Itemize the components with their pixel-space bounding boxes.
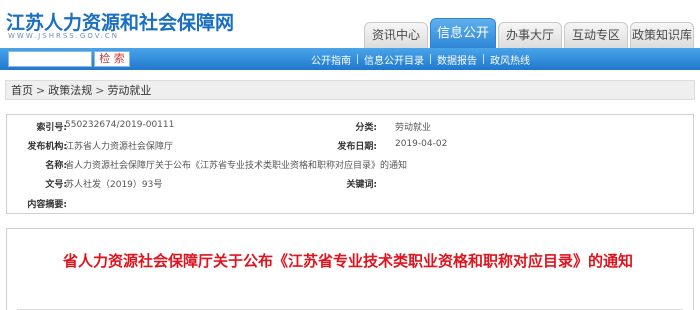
date-label: 发布日期: [337, 142, 377, 152]
name-label: 名称: [45, 161, 67, 171]
search-input[interactable] [8, 51, 92, 67]
category-value: 劳动就业 [395, 123, 432, 133]
publisher-label: 发布机构: [27, 142, 67, 152]
search-button[interactable]: 检 索 [94, 51, 130, 67]
tab-interaction[interactable]: 互动专区 [564, 22, 628, 48]
keywords-label: 关键词: [346, 180, 377, 190]
doc-number-value: 苏人社发（2019）93号 [65, 180, 163, 190]
sublink-hotline[interactable]: 政风热线 [484, 52, 536, 67]
breadcrumb-separator-icon: > [36, 83, 46, 97]
breadcrumb-home[interactable]: 首页 [11, 82, 33, 98]
name-value: 省人力资源社会保障厅关于公布《江苏省专业技术类职业资格和职称对应目录》的通知 [65, 161, 408, 171]
tab-info-disclosure[interactable]: 信息公开 [430, 18, 496, 48]
index-label: 索引号: [36, 123, 67, 133]
publisher-value: 江苏省人力资源社会保障厅 [65, 142, 174, 152]
sublink-disclosure-guide[interactable]: 公开指南 [305, 52, 357, 67]
breadcrumb-separator-icon: > [95, 83, 105, 97]
sublink-data-report[interactable]: 数据报告 [431, 52, 483, 67]
sublink-disclosure-catalog[interactable]: 信息公开目录 [358, 52, 430, 67]
info-row: 名称: 省人力资源社会保障厅关于公布《江苏省专业技术类职业资格和职称对应目录》的… [7, 158, 693, 176]
date-value: 2019-04-02 [395, 139, 448, 149]
article-title: 省人力资源社会保障厅关于公布《江苏省专业技术类职业资格和职称对应目录》的通知 [62, 252, 633, 270]
info-row: 内容摘要: [7, 197, 693, 215]
info-row: 文号: 苏人社发（2019）93号 关键词: [7, 177, 693, 195]
document-info-table: 索引号: 550232674/2019-00111 分类: 劳动就业 发布机构:… [6, 114, 694, 214]
summary-label: 内容摘要: [27, 200, 67, 210]
breadcrumb-employment[interactable]: 劳动就业 [107, 82, 151, 98]
index-value: 550232674/2019-00111 [65, 120, 175, 130]
site-header: 江苏人力资源和社会保障网 WWW.JSHRSS.GOV.CN 资讯中心 信息公开… [0, 0, 700, 48]
breadcrumb-policy[interactable]: 政策法规 [48, 82, 92, 98]
main-nav-tabs: 资讯中心 信息公开 办事大厅 互动专区 政策知识库 [364, 18, 694, 48]
breadcrumb: 首页 > 政策法规 > 劳动就业 [5, 80, 695, 100]
tab-news-center[interactable]: 资讯中心 [364, 22, 428, 48]
site-logo-title[interactable]: 江苏人力资源和社会保障网 [6, 8, 234, 35]
info-row: 发布机构: 江苏省人力资源社会保障厅 发布日期: 2019-04-02 [7, 139, 693, 157]
site-logo-url: WWW.JSHRSS.GOV.CN [8, 32, 119, 40]
article-panel: 省人力资源社会保障厅关于公布《江苏省专业技术类职业资格和职称对应目录》的通知 [6, 228, 694, 310]
sub-nav-links: 公开指南 信息公开目录 数据报告 政风热线 [305, 48, 536, 70]
tab-service-hall[interactable]: 办事大厅 [498, 22, 562, 48]
category-label: 分类: [355, 123, 377, 133]
sub-nav-bar: 检 索 公开指南 信息公开目录 数据报告 政风热线 [0, 48, 700, 70]
doc-number-label: 文号: [45, 180, 67, 190]
tab-policy-library[interactable]: 政策知识库 [630, 22, 694, 48]
page: 江苏人力资源和社会保障网 WWW.JSHRSS.GOV.CN 资讯中心 信息公开… [0, 0, 700, 310]
info-row: 索引号: 550232674/2019-00111 分类: 劳动就业 [7, 120, 693, 138]
